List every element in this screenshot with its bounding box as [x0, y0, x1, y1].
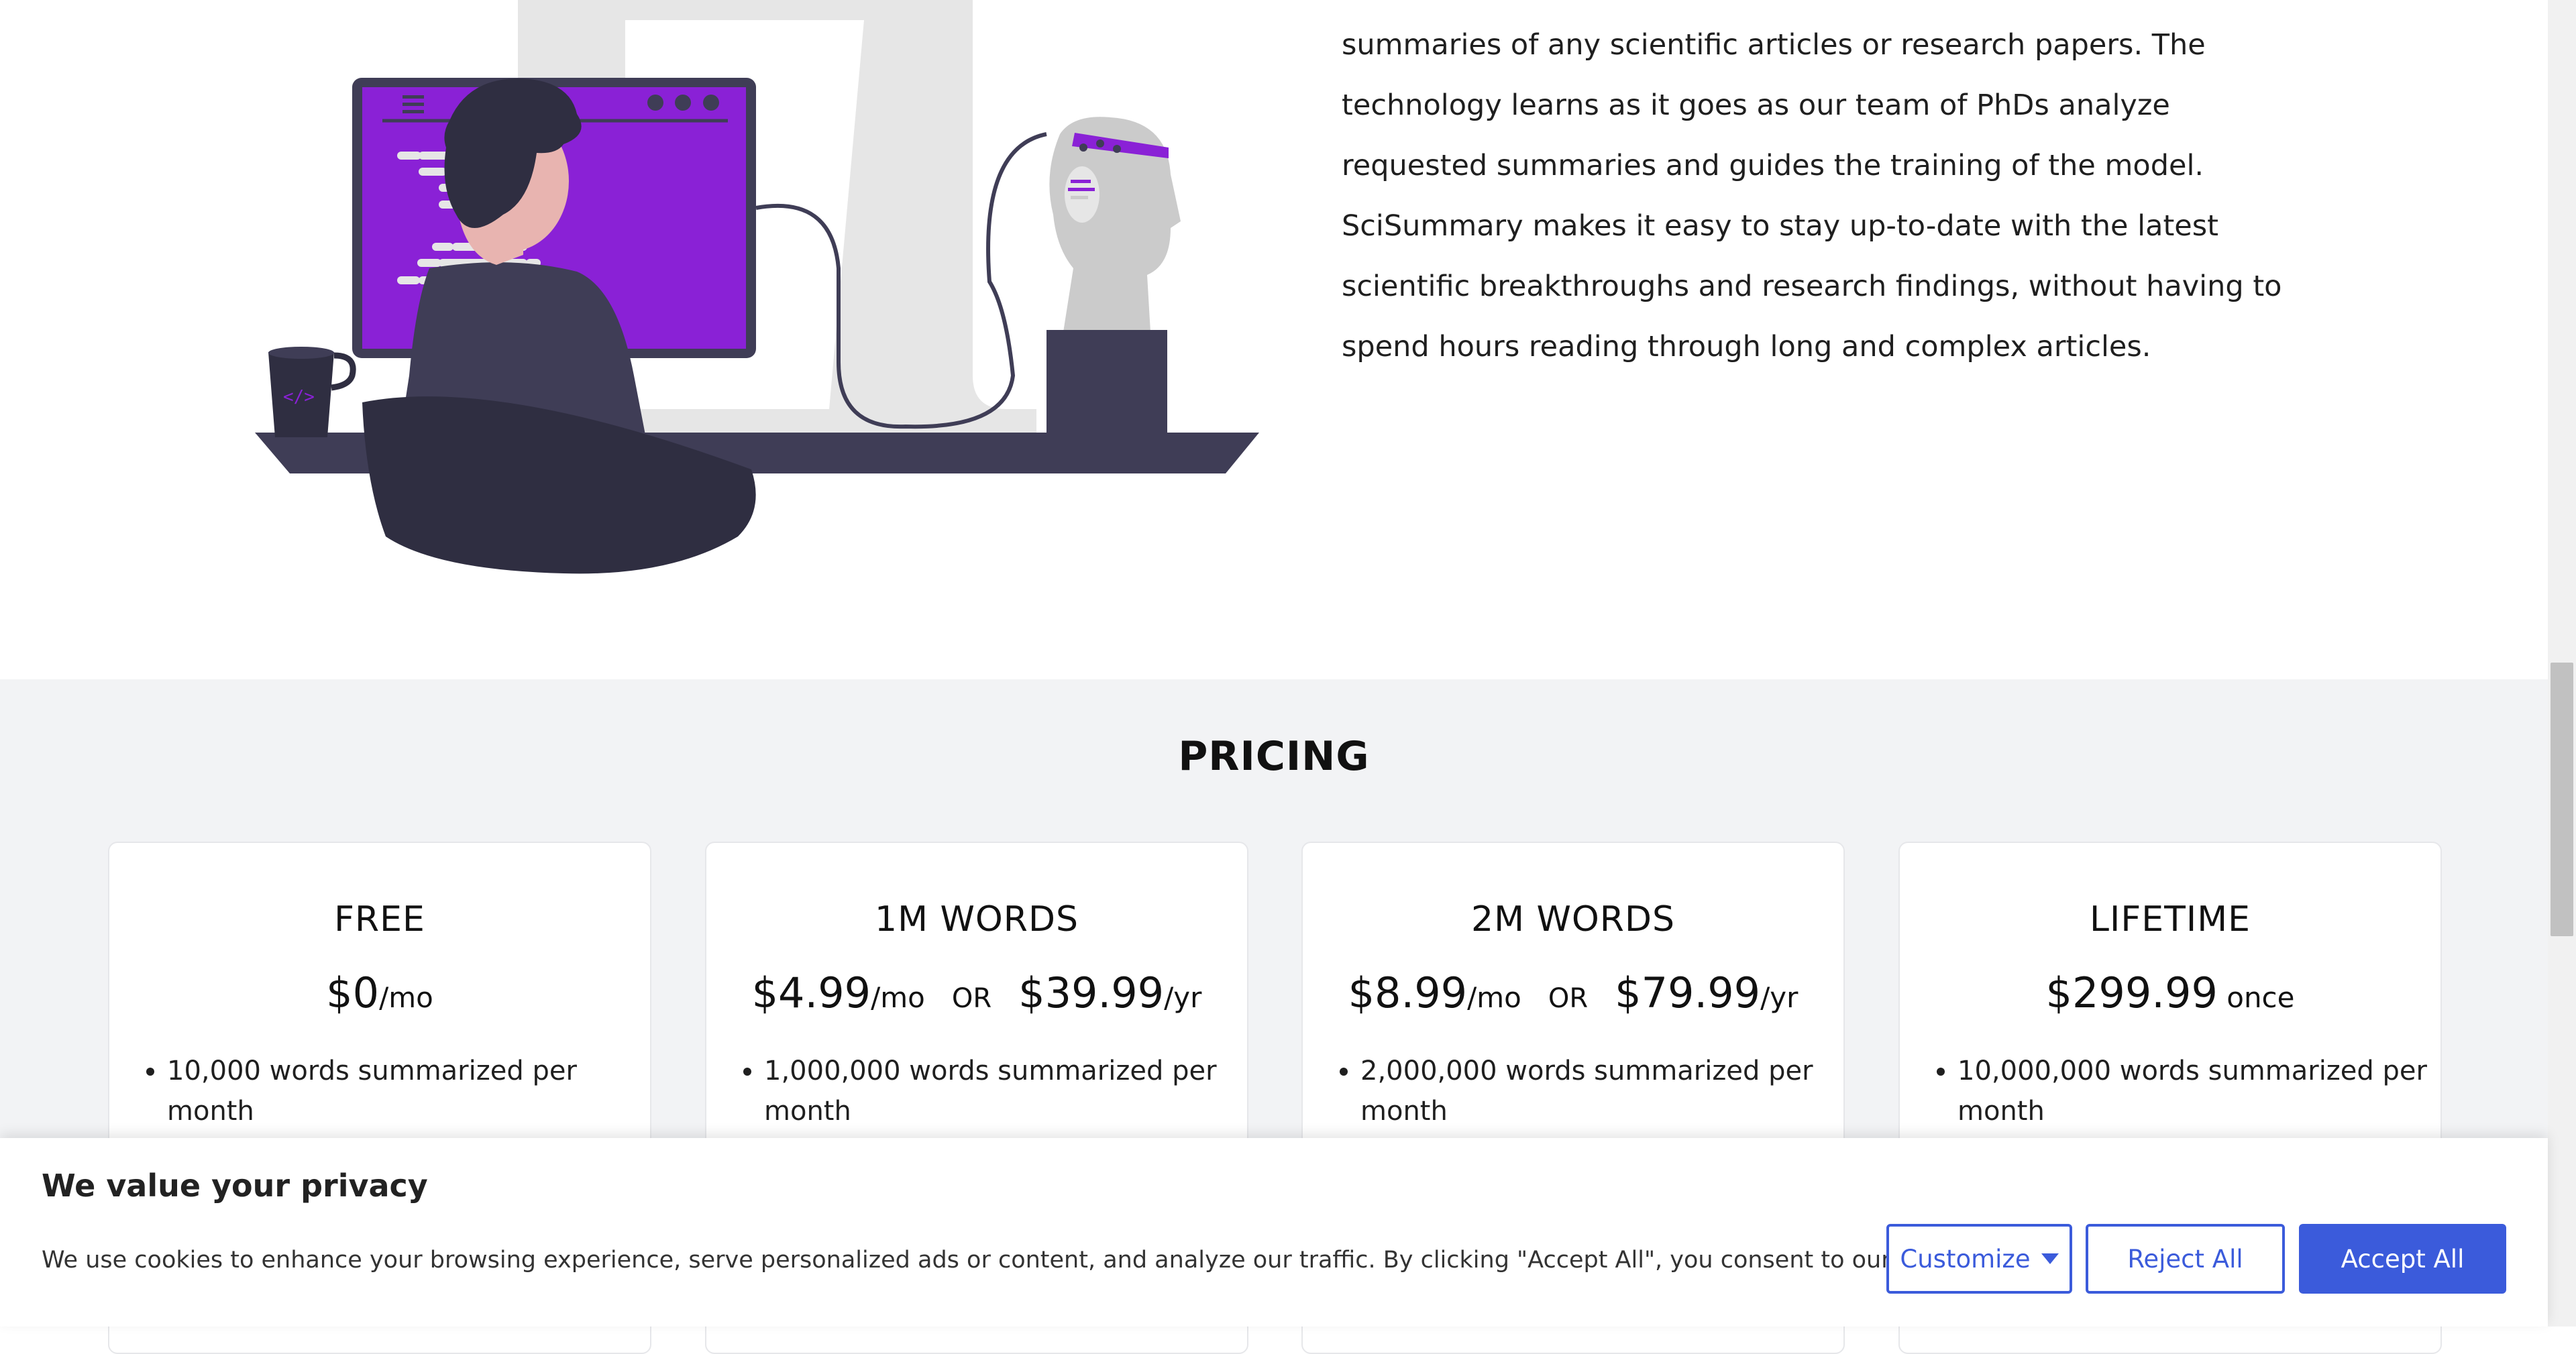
feature-item: 10,000,000 words summarized per month [1957, 1051, 2427, 1131]
plan-name: 1M WORDS [874, 899, 1079, 940]
accept-all-button[interactable]: Accept All [2299, 1224, 2506, 1294]
about-line: requested summaries and guides the train… [1342, 149, 2204, 182]
plan-price: $8.99/mo OR $79.99/yr [1303, 968, 1843, 1017]
about-section: </> summaries of any scientific articles… [0, 0, 2548, 679]
reject-all-button[interactable]: Reject All [2086, 1224, 2285, 1294]
cookie-banner-title: We value your privacy [42, 1168, 428, 1204]
customize-button[interactable]: Customize [1886, 1224, 2072, 1294]
price-amount: $8.99 [1348, 968, 1468, 1017]
price-amount: $299.99 [2045, 968, 2218, 1017]
price-unit: once [2217, 981, 2295, 1014]
feature-list: 2,000,000 words summarized per month [1332, 1051, 1830, 1131]
price-amount: $4.99 [751, 968, 871, 1017]
feature-item: 1,000,000 words summarized per month [764, 1051, 1234, 1131]
about-line: technology learns as it goes as our team… [1342, 89, 2170, 122]
feature-list: 10,000 words summarized per month [139, 1051, 637, 1131]
about-line: spend hours reading through long and com… [1342, 330, 2151, 363]
cookie-consent-banner: We value your privacy We use cookies to … [0, 1138, 2548, 1327]
plan-price: $0/mo [109, 968, 650, 1017]
pricing-title: PRICING [1178, 733, 1370, 780]
price-amount-yearly: $39.99 [1018, 968, 1165, 1017]
feature-item: 2,000,000 words summarized per month [1360, 1051, 1830, 1131]
price-unit: /mo [1467, 981, 1521, 1014]
customize-button-label: Customize [1900, 1244, 2031, 1274]
cookie-banner-text: We use cookies to enhance your browsing … [42, 1247, 2074, 1274]
feature-item: 10,000 words summarized per month [167, 1051, 637, 1131]
price-unit: /mo [379, 981, 433, 1014]
plan-name: 2M WORDS [1470, 899, 1675, 940]
about-line: SciSummary makes it easy to stay up-to-d… [1342, 209, 2219, 243]
scrollbar-thumb[interactable] [2551, 663, 2573, 936]
person-at-computer-with-robot-head-illustration: </> [241, 0, 1275, 583]
price-amount: $0 [326, 968, 380, 1017]
price-amount-yearly: $79.99 [1615, 968, 1761, 1017]
plan-name: FREE [334, 899, 425, 940]
about-line: scientific breakthroughs and research fi… [1342, 270, 2282, 303]
about-paragraph: summaries of any scientific articles or … [1342, 15, 2282, 377]
price-unit-yearly: /yr [1760, 981, 1799, 1014]
price-or-label: OR [951, 983, 992, 1014]
plan-price: $4.99/mo OR $39.99/yr [706, 968, 1247, 1017]
price-unit-yearly: /yr [1164, 981, 1202, 1014]
about-line: summaries of any scientific articles or … [1342, 28, 2206, 62]
price-or-label: OR [1548, 983, 1589, 1014]
svg-text:</>: </> [283, 387, 315, 407]
feature-list: 1,000,000 words summarized per month [736, 1051, 1234, 1131]
plan-price: $299.99 once [1900, 968, 2440, 1017]
plan-name: LIFETIME [2090, 899, 2251, 940]
caret-down-icon [2041, 1253, 2059, 1264]
page-scrollbar[interactable] [2548, 0, 2576, 1327]
price-unit: /mo [871, 981, 925, 1014]
feature-list: 10,000,000 words summarized per month [1929, 1051, 2427, 1131]
